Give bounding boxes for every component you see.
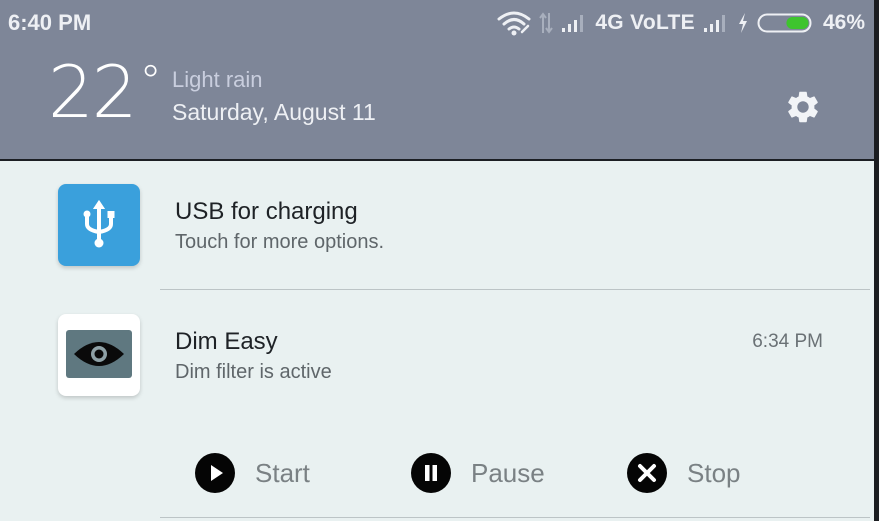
pause-button[interactable]: Pause [411, 443, 545, 503]
temperature-value: 22 [48, 50, 138, 134]
notification-list: USB for charging Touch for more options.… [0, 161, 874, 521]
weather-condition: Light rain [172, 67, 263, 92]
data-transfer-icon [539, 11, 554, 35]
wifi-icon [497, 10, 531, 36]
start-button[interactable]: Start [195, 443, 310, 503]
notification-text: Touch for more options. [175, 231, 384, 253]
notification-dim-easy[interactable]: Dim Easy Dim filter is active 6:34 PM St… [0, 291, 874, 521]
usb-icon [83, 200, 115, 248]
usb-app-icon [58, 184, 140, 266]
gear-icon [788, 91, 818, 123]
battery-percent: 46% [822, 11, 865, 34]
notification-shade-header: 6:40 PM 4G VoLTE 46% 22° Light rain Satu… [0, 0, 879, 161]
start-label: Start [255, 457, 310, 488]
weather-temperature: 22° [48, 56, 162, 128]
notification-divider [160, 517, 870, 518]
notification-text: Dim filter is active [175, 361, 332, 383]
signal-sim1-icon [561, 13, 587, 33]
charging-bolt-icon [737, 12, 749, 34]
stop-label: Stop [687, 457, 741, 488]
notification-actions: Start Pause Stop [0, 443, 874, 503]
eye-icon [66, 330, 132, 378]
status-bar-icons: 4G VoLTE 46% [497, 8, 865, 38]
close-icon [627, 453, 667, 493]
screen-edge [874, 0, 879, 521]
status-bar-time: 6:40 PM [8, 10, 92, 35]
pause-icon [411, 453, 451, 493]
stop-button[interactable]: Stop [627, 443, 741, 503]
notification-time: 6:34 PM [752, 331, 823, 352]
play-icon [195, 453, 235, 493]
settings-button[interactable] [784, 88, 822, 126]
dim-easy-app-icon [58, 314, 140, 396]
signal-sim2-icon [703, 13, 729, 33]
network-type-label: 4G VoLTE [595, 11, 695, 34]
degree-symbol: ° [139, 56, 162, 107]
notification-title: USB for charging [175, 198, 358, 225]
pause-label: Pause [471, 457, 545, 488]
notification-title: Dim Easy [175, 328, 278, 355]
notification-usb-charging[interactable]: USB for charging Touch for more options. [0, 161, 874, 290]
notification-divider [160, 289, 870, 290]
battery-icon [757, 12, 813, 34]
weather-date: Saturday, August 11 [172, 99, 376, 125]
